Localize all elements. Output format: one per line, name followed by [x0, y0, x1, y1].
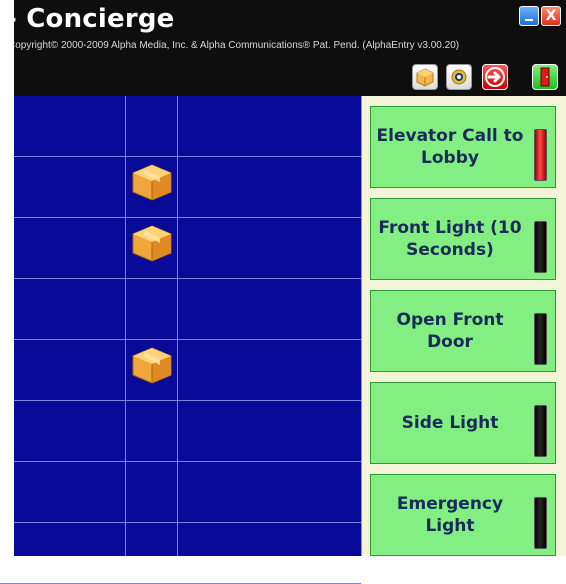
grid-row[interactable] [0, 462, 361, 523]
refresh-icon [451, 69, 467, 85]
grid-column-divider [177, 96, 178, 556]
package-button[interactable] [412, 64, 438, 90]
grid-row[interactable] [0, 340, 361, 401]
close-button[interactable]: X [541, 6, 561, 26]
status-indicator [534, 405, 547, 457]
grid-row[interactable] [0, 96, 361, 157]
status-indicator [534, 497, 547, 549]
status-indicator [534, 221, 547, 273]
title-bar: - Concierge Copyright© 2000-2009 Alpha M… [0, 0, 566, 96]
elevator-call-button[interactable]: Elevator Call to Lobby [370, 106, 556, 188]
open-front-door-button[interactable]: Open Front Door [370, 290, 556, 372]
door-icon [540, 67, 550, 87]
front-light-button[interactable]: Front Light (10 Seconds) [370, 198, 556, 280]
copyright-text: Copyright© 2000-2009 Alpha Media, Inc. &… [8, 40, 460, 51]
minimize-button[interactable] [519, 6, 539, 26]
grid-row[interactable] [0, 401, 361, 462]
control-panel: Elevator Call to Lobby Front Light (10 S… [361, 96, 566, 556]
elevator-call-label: Elevator Call to Lobby [376, 126, 524, 168]
exit-arrow-icon [485, 67, 505, 87]
app-title: - Concierge [6, 4, 175, 34]
emergency-light-button[interactable]: Emergency Light [370, 474, 556, 556]
status-indicator [534, 129, 547, 181]
grid-row[interactable] [0, 157, 361, 218]
open-front-door-label: Open Front Door [396, 310, 504, 352]
package-icon[interactable] [130, 345, 174, 385]
torn-edge [0, 0, 14, 556]
side-light-label: Side Light [401, 413, 499, 433]
package-icon [416, 68, 434, 87]
package-icon[interactable] [130, 162, 174, 202]
grid-column-divider [125, 96, 126, 556]
grid-row[interactable] [0, 218, 361, 279]
package-icon[interactable] [130, 223, 174, 263]
refresh-button[interactable] [446, 64, 472, 90]
package-grid [0, 96, 361, 584]
exit-button[interactable] [482, 64, 508, 90]
door-button[interactable] [532, 64, 558, 90]
grid-row[interactable] [0, 523, 361, 584]
emergency-light-label: Emergency Light [396, 494, 504, 536]
grid-row[interactable] [0, 279, 361, 340]
front-light-label: Front Light (10 Seconds) [378, 218, 522, 260]
status-indicator [534, 313, 547, 365]
side-light-button[interactable]: Side Light [370, 382, 556, 464]
